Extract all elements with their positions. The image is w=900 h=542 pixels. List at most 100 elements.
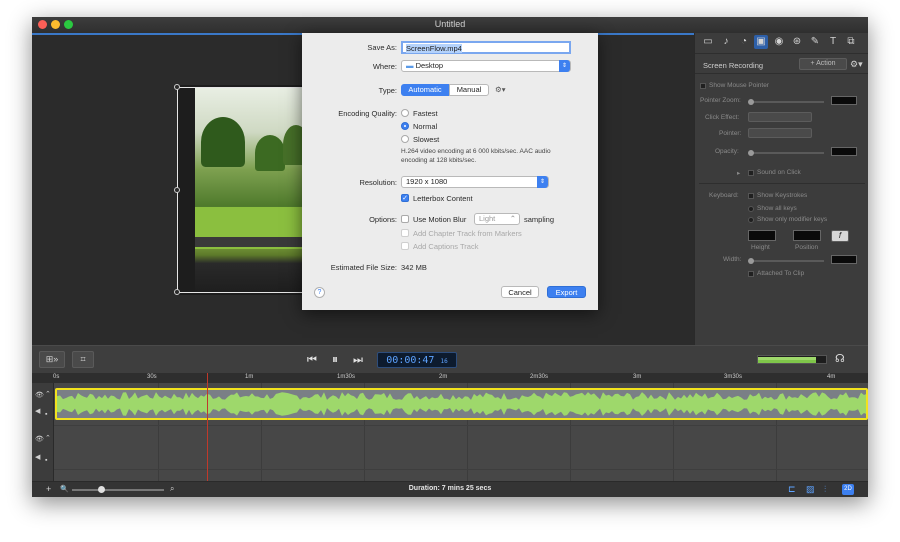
- letterbox-label: Letterbox Content: [413, 194, 473, 203]
- audio-level-bar-right: [758, 360, 816, 363]
- pointer-zoom-value[interactable]: [831, 96, 857, 105]
- click-effect-popup[interactable]: [748, 112, 812, 122]
- popup-arrow-icon: ⇕: [537, 176, 548, 188]
- bottom-bar: + 🔍 ⌕ Duration: 7 mins 25 secs ⊏ ▨ ⫶ 2D: [32, 481, 868, 497]
- opacity-knob[interactable]: [748, 150, 754, 156]
- inspector-title: Screen Recording: [703, 61, 764, 70]
- sound-on-click-checkbox[interactable]: [748, 170, 754, 176]
- timeline-ruler[interactable]: 0s 30s 1m 1m30s 2m 2m30s 3m 3m30s 4m: [32, 373, 868, 383]
- audio-waveform-icon[interactable]: ⫶: [824, 484, 826, 495]
- keystroke-height-field[interactable]: [748, 230, 776, 241]
- where-value: Desktop: [415, 61, 444, 70]
- letterbox-checkbox[interactable]: ✓: [401, 194, 409, 202]
- type-manual-segment[interactable]: Manual: [449, 84, 489, 96]
- playhead[interactable]: [207, 373, 208, 481]
- width-label: Width:: [723, 256, 742, 263]
- separator: [695, 53, 868, 54]
- show-mouse-pointer-checkbox[interactable]: [700, 83, 706, 89]
- timeline-tracks[interactable]: 👁 ⌃ ◀ ▪ 👁 ⌃ ◀ ▪: [32, 383, 868, 481]
- where-label: Where:: [372, 62, 397, 71]
- window-title: Untitled: [434, 19, 466, 29]
- opacity-value[interactable]: [831, 147, 857, 156]
- where-popup[interactable]: ▬ Desktop ⇕: [401, 60, 571, 72]
- separator: [695, 73, 868, 74]
- font-button[interactable]: f: [831, 230, 849, 242]
- show-all-keys-radio[interactable]: [748, 206, 754, 212]
- pause-button[interactable]: ⏸: [332, 352, 338, 366]
- resize-handle[interactable]: [174, 84, 180, 90]
- width-value[interactable]: [831, 255, 857, 264]
- type-automatic-segment[interactable]: Automatic: [401, 84, 449, 96]
- save-as-label: Save As:: [367, 43, 397, 52]
- snapping-icon[interactable]: ⊏: [788, 484, 796, 495]
- media-icon[interactable]: ▨: [806, 484, 815, 495]
- pointer-popup[interactable]: [748, 128, 812, 138]
- resolution-popup[interactable]: 1920 x 1080 ⇕: [401, 176, 549, 188]
- fast-forward-button[interactable]: ⏭: [353, 353, 363, 367]
- screen-mode-button[interactable]: ⊞»: [39, 351, 65, 368]
- headphones-icon[interactable]: ☊: [835, 352, 845, 366]
- annotations-icon[interactable]: ✎: [808, 35, 822, 49]
- video-motion-icon[interactable]: ◔: [737, 35, 751, 49]
- speaker-icon[interactable]: ◀: [35, 453, 40, 461]
- quality-normal-radio[interactable]: [401, 122, 409, 130]
- audio-properties-icon[interactable]: ♪: [719, 35, 733, 49]
- width-knob[interactable]: [748, 258, 754, 264]
- media-library-icon[interactable]: ⧉: [844, 35, 858, 49]
- show-keystrokes-label: Show Keystrokes: [757, 192, 808, 199]
- pointer-zoom-slider[interactable]: [750, 101, 824, 103]
- ruler-tick-label: 1m: [245, 374, 254, 380]
- chevron-icon[interactable]: ⌃: [45, 390, 51, 398]
- height-label: Height: [751, 244, 770, 251]
- crop-button[interactable]: ⌗: [72, 351, 94, 368]
- gear-icon[interactable]: ⚙▾: [850, 59, 863, 70]
- ruler-tick-label: 0s: [53, 374, 60, 380]
- resize-handle[interactable]: [174, 289, 180, 295]
- attached-to-clip-checkbox[interactable]: [748, 271, 754, 277]
- show-keystrokes-checkbox[interactable]: [748, 193, 754, 199]
- zoom-badge[interactable]: 2D: [842, 484, 854, 495]
- ruler-tick-label: 30s: [147, 374, 157, 380]
- captions-track-checkbox[interactable]: [401, 242, 409, 250]
- quality-slowest-radio[interactable]: [401, 135, 409, 143]
- timecode-frames: 16: [440, 358, 448, 365]
- pointer-zoom-knob[interactable]: [748, 99, 754, 105]
- speaker-icon[interactable]: ◀: [35, 407, 40, 415]
- palm-shape: [201, 117, 245, 167]
- video-properties-icon[interactable]: ▭: [701, 35, 715, 49]
- touch-callout-icon[interactable]: ⊛: [790, 35, 804, 49]
- selection-guide: [177, 87, 312, 88]
- chapter-track-checkbox[interactable]: [401, 229, 409, 237]
- callout-icon[interactable]: ◉: [772, 35, 786, 49]
- lock-icon[interactable]: ▪: [45, 457, 47, 464]
- video-preview-image[interactable]: [195, 87, 310, 292]
- help-button[interactable]: ?: [314, 287, 325, 298]
- motion-blur-level-popup[interactable]: Light ⌃: [474, 213, 520, 225]
- action-button[interactable]: + Action: [799, 58, 847, 70]
- options-label: Options:: [369, 215, 397, 224]
- export-button[interactable]: Export: [547, 286, 586, 298]
- text-icon[interactable]: T: [826, 35, 840, 49]
- title-bar: Untitled: [32, 17, 868, 33]
- motion-blur-checkbox[interactable]: [401, 215, 409, 223]
- audio-clip[interactable]: [55, 388, 868, 420]
- rewind-button[interactable]: ⏮: [307, 353, 317, 367]
- keystroke-position-field[interactable]: [793, 230, 821, 241]
- save-as-input[interactable]: ScreenFlow.mp4: [401, 41, 571, 54]
- type-gear-icon[interactable]: ⚙▾: [495, 85, 506, 94]
- show-modifier-keys-radio[interactable]: [748, 217, 754, 223]
- track-divider: [54, 469, 868, 470]
- eye-icon[interactable]: 👁: [35, 391, 44, 399]
- chevron-icon[interactable]: ⌃: [45, 434, 51, 442]
- popup-arrow-icon: ⇕: [559, 60, 570, 72]
- play-sound-icon[interactable]: ▸: [737, 169, 740, 177]
- eye-icon[interactable]: 👁: [35, 435, 44, 443]
- timecode-display: 00:00:47 16: [377, 352, 457, 368]
- cancel-button[interactable]: Cancel: [501, 286, 539, 298]
- lock-icon[interactable]: ▪: [45, 411, 47, 418]
- screen-recording-icon[interactable]: ▣: [754, 35, 768, 49]
- resize-handle[interactable]: [174, 187, 180, 193]
- width-slider[interactable]: [750, 260, 824, 262]
- opacity-slider[interactable]: [750, 152, 824, 154]
- quality-fastest-radio[interactable]: [401, 109, 409, 117]
